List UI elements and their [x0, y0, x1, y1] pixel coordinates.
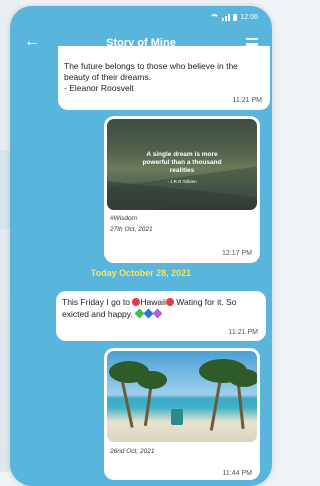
- image-quote-author: - J.R.R.Tolkien: [167, 179, 197, 184]
- back-arrow-icon[interactable]: ←: [24, 34, 40, 50]
- palm-leaves: [137, 371, 167, 389]
- status-time: 12:06: [240, 13, 258, 21]
- image-date: 26nd Oct, 2021: [110, 448, 155, 455]
- quote-message-text: The future belongs to those who believe …: [64, 61, 238, 93]
- text-message-text: This Friday I go to Hawaii Wating for it…: [62, 296, 260, 320]
- image-message-bubble[interactable]: 26nd Oct, 2021 11:44 PM: [104, 348, 260, 480]
- signal-icon: [222, 13, 231, 21]
- palm-leaves: [229, 369, 257, 387]
- message-part: Hawaii: [140, 297, 166, 307]
- message-time: 11:21 PM: [228, 329, 258, 336]
- status-bar: 12:06: [10, 6, 272, 28]
- image-message-bubble[interactable]: A single dream is more powerful than a t…: [104, 116, 260, 263]
- wifi-icon: [210, 14, 220, 20]
- message-time: 11:21 PM: [232, 97, 262, 104]
- mountain-image[interactable]: A single dream is more powerful than a t…: [107, 119, 257, 210]
- message-time: 12:17 PM: [222, 250, 252, 257]
- image-quote-text: A single dream is more powerful than a t…: [142, 151, 222, 174]
- message-part: This Friday I go to: [62, 297, 131, 307]
- quote-message-bubble[interactable]: The future belongs to those who believe …: [58, 46, 270, 110]
- message-time: 11:44 PM: [222, 470, 252, 477]
- date-divider: Today October 28, 2021: [90, 268, 192, 278]
- phone-frame: 12:06 ← Story of Mine The future belongs…: [10, 6, 272, 486]
- hibiscus-icon: [165, 298, 174, 306]
- beach-image[interactable]: [107, 351, 257, 442]
- text-message-bubble[interactable]: This Friday I go to Hawaii Wating for it…: [56, 291, 266, 341]
- image-tag: #Wisdom: [110, 215, 138, 222]
- purple-heart-icon: [152, 308, 163, 319]
- image-date: 27th Oct, 2021: [110, 226, 153, 233]
- lifeguard-tower: [171, 409, 183, 425]
- battery-icon: [233, 13, 238, 21]
- image-quote-overlay: A single dream is more powerful than a t…: [107, 151, 257, 186]
